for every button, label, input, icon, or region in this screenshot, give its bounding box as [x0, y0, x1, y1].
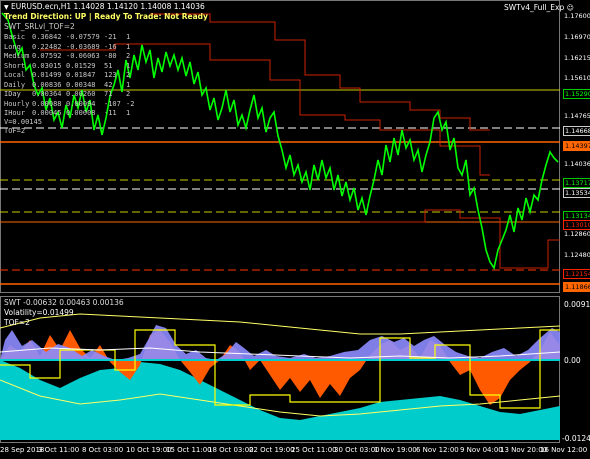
zero-band: [0, 359, 560, 361]
price-axis-label: 1.16970: [564, 33, 590, 41]
price-axis-label: 1.13534: [563, 188, 590, 198]
time-axis-label: 8 Oct 03:00: [82, 446, 124, 454]
time-axis-label: 6 Nov 12:00: [416, 446, 459, 454]
stats-cell-c4: 1: [126, 33, 131, 41]
stats-cell-name: Medium: [4, 52, 30, 60]
stats-cell-c1: 0.01499: [32, 71, 62, 79]
time-axis-label: 9 Nov 04:00: [460, 446, 503, 454]
stats-cell-name: Hourly: [4, 99, 30, 108]
stats-cell-c1: 0.00836: [32, 80, 62, 89]
stats-cell-c3: -21: [104, 33, 117, 41]
trend-status: Trend Direction: UP | Ready To Trade: No…: [4, 12, 208, 21]
stats-cell-name: Basic: [4, 33, 26, 41]
stats-cell-c1: 0.00045: [32, 109, 62, 117]
stats-cell-c2: 0.00094: [66, 99, 96, 108]
stats-cell-c2: 0.01529: [66, 61, 96, 70]
stats-cell-c3: -11: [104, 109, 117, 117]
stats-cell-c3: 123: [104, 71, 117, 79]
stats-cell-c1: 0.00088: [32, 99, 62, 108]
stats-cell-c2: 0.00260: [66, 90, 96, 98]
stats-cell-name: Long: [4, 42, 21, 51]
stats-cell-c2: 0.00348: [66, 80, 96, 89]
stats-cell-c4: 2: [126, 71, 131, 79]
stats-cell-c4: -2: [126, 99, 135, 108]
sub-axis-bottom: -0.01247: [562, 434, 590, 443]
time-axis-label: 1 Nov 19:00: [374, 446, 417, 454]
stats-cell-c4: 1: [126, 109, 131, 117]
stats-cell-c1: 0.36842: [32, 33, 62, 41]
time-axis-label: 30 Oct 03:00: [334, 446, 380, 454]
symbol-line: ▼ EURUSD.ecn,H1 1.14028 1.14120 1.14008 …: [4, 2, 205, 11]
stats-cell-name: Daily: [4, 80, 26, 89]
sub-axis-mid: 0.00: [564, 356, 581, 365]
indicator-name: SWT_SRLvl_TOF=2: [4, 22, 75, 31]
price-axis-label: 1.14397: [563, 141, 590, 151]
tof-line: TOF=2: [4, 127, 26, 135]
stats-cell-c4: 1: [126, 61, 131, 70]
stats-cell-c4: 2: [126, 52, 131, 60]
price-axis-label: 1.17600: [564, 12, 590, 20]
stats-cell-c1: 0.00364: [32, 90, 62, 98]
volatility-label: Volatility=0.01499: [4, 308, 74, 317]
time-axis-label: 10 Oct 19:00: [126, 446, 172, 454]
price-axis-label: 1.12860: [564, 230, 590, 238]
price-axis-label: 1.12480: [564, 251, 590, 259]
stats-cell-name: IDay: [4, 90, 21, 98]
stats-cell-c3: -16: [104, 42, 117, 51]
v-line: V=0.00145: [4, 118, 42, 126]
sub-tof-label: TOF=2: [4, 318, 30, 327]
price-axis-label: 1.16215: [564, 54, 590, 62]
stats-cell-c1: 0.22482: [32, 42, 62, 51]
price-axis-label: 1.14668: [563, 126, 590, 136]
stats-cell-c2: -0.06063: [66, 52, 100, 60]
stats-cell-c2: 0.00008: [66, 109, 96, 117]
time-axis-label: 15 Oct 11:00: [166, 446, 212, 454]
stats-cell-c4: 2: [126, 90, 131, 98]
time-axis-label: 16 Nov 12:00: [540, 446, 588, 454]
chart-menu-icon[interactable]: ▼: [4, 4, 9, 11]
stats-cell-c2: -0.07579: [66, 33, 100, 41]
stats-cell-c4: 1: [126, 80, 131, 89]
price-axis-label: 1.13717: [563, 178, 590, 188]
stats-cell-name: Short: [4, 61, 26, 70]
stats-cell-c1: 0.07592: [32, 52, 62, 60]
stats-cell-c2: 0.01847: [66, 71, 96, 79]
price-axis-label: 1.13010: [563, 220, 590, 230]
price-axis-label: 1.15610: [564, 74, 590, 82]
stats-cell-c3: 42: [104, 80, 113, 89]
stats-cell-c3: 71: [104, 90, 113, 98]
expert-name[interactable]: SWTv4_Full_Exp ☺: [504, 3, 574, 12]
smiley-icon: ☺: [566, 4, 574, 12]
time-axis-label: 25 Oct 11:00: [291, 446, 337, 454]
sub-axis-top: 0.00917: [564, 300, 590, 309]
stats-cell-c3: 51: [104, 61, 113, 70]
sub-title: SWT -0.00632 0.00463 0.00136: [4, 298, 124, 307]
stats-cell-c4: 1: [126, 42, 131, 51]
price-axis-label: 1.15290: [563, 89, 590, 99]
price-axis-label: 1.12154: [563, 269, 590, 279]
stats-cell-c3: -107: [104, 99, 121, 108]
stats-cell-name: Local: [4, 71, 26, 79]
time-axis-label: 3 Oct 11:00: [38, 446, 80, 454]
stats-cell-c1: 0.03015: [32, 61, 62, 70]
stats-cell-c2: -0.03689: [66, 42, 100, 51]
time-axis-label: 18 Oct 03:00: [208, 446, 254, 454]
price-axis-label: 1.14765: [564, 112, 590, 120]
price-axis-label: 1.14036: [564, 160, 590, 168]
price-axis-label: 1.11866: [563, 282, 590, 292]
stats-cell-name: IHour: [4, 109, 26, 117]
stats-cell-c3: -80: [104, 52, 117, 60]
time-axis-label: 22 Oct 19:00: [249, 446, 295, 454]
